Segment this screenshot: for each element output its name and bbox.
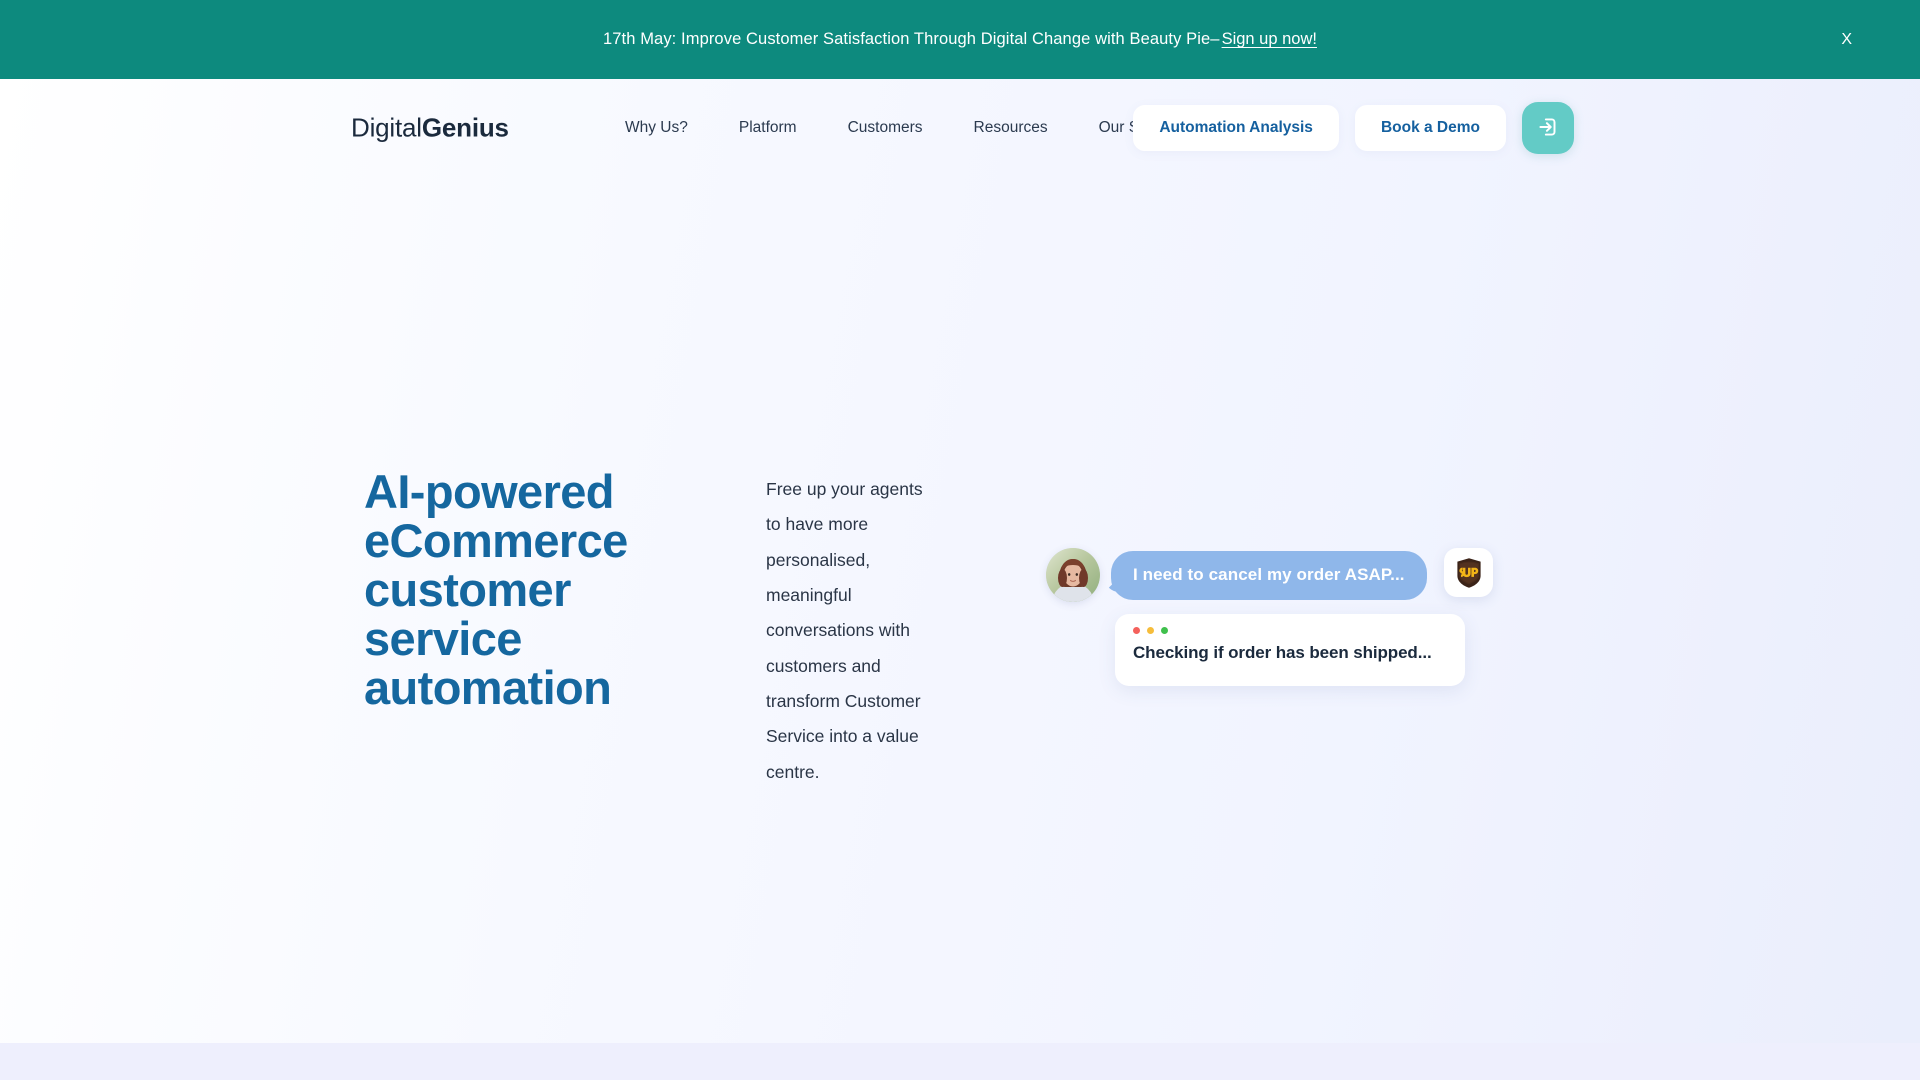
- login-arrow-icon: [1535, 114, 1561, 143]
- status-card: Checking if order has been shipped...: [1115, 614, 1465, 686]
- window-dot-maximize-icon: [1161, 627, 1168, 634]
- login-button[interactable]: [1522, 102, 1574, 154]
- automation-analysis-button[interactable]: Automation Analysis: [1133, 105, 1339, 151]
- window-dot-close-icon: [1133, 627, 1140, 634]
- customer-message-bubble: I need to cancel my order ASAP...: [1111, 551, 1427, 600]
- announcement-banner: 17th May: Improve Customer Satisfaction …: [0, 0, 1920, 79]
- page-title: AI-powered eCommerce customer service au…: [364, 467, 664, 713]
- logo-text-bold: Genius: [422, 113, 509, 143]
- nav-item-why-us[interactable]: Why Us?: [625, 119, 688, 137]
- avatar: [1046, 548, 1100, 602]
- site-header: DigitalGenius Why Us? Platform Customers…: [0, 79, 1920, 177]
- next-section-background: [0, 1043, 1920, 1080]
- chat-illustration: I need to cancel my order ASAP... Checki…: [1046, 548, 1506, 698]
- announcement-signup-link[interactable]: Sign up now!: [1222, 30, 1317, 49]
- header-actions: Automation Analysis Book a Demo: [1133, 102, 1574, 154]
- close-icon[interactable]: X: [1833, 26, 1860, 54]
- ups-logo-icon: [1455, 557, 1483, 589]
- site-logo[interactable]: DigitalGenius: [351, 113, 509, 144]
- nav-item-customers[interactable]: Customers: [848, 119, 923, 137]
- status-message: Checking if order has been shipped...: [1133, 643, 1465, 663]
- logo-text-light: Digital: [351, 113, 422, 143]
- hero-background: [0, 79, 1920, 1043]
- window-dot-minimize-icon: [1147, 627, 1154, 634]
- carrier-card: [1444, 548, 1493, 597]
- window-dots: [1133, 627, 1465, 634]
- chat-message-row: I need to cancel my order ASAP...: [1046, 548, 1427, 602]
- announcement-text: 17th May: Improve Customer Satisfaction …: [603, 30, 1220, 49]
- nav-item-resources[interactable]: Resources: [974, 119, 1048, 137]
- nav-item-platform[interactable]: Platform: [739, 119, 797, 137]
- user-avatar-photo-icon: [1046, 548, 1100, 602]
- book-a-demo-button[interactable]: Book a Demo: [1355, 105, 1506, 151]
- hero-subtext: Free up your agents to have more persona…: [766, 472, 938, 790]
- customer-message-text: I need to cancel my order ASAP...: [1133, 565, 1405, 585]
